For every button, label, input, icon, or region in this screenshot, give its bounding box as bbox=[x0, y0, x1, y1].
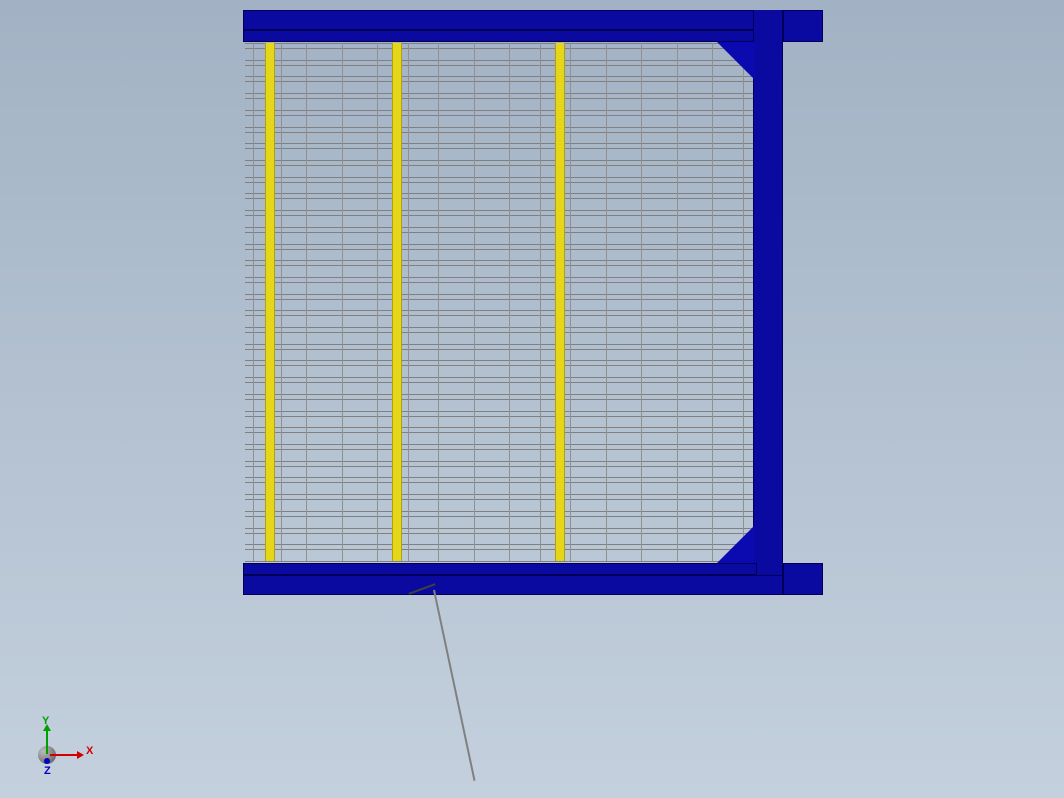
vertical-gridline bbox=[253, 43, 254, 561]
vertical-gridline bbox=[377, 43, 378, 561]
top-beam-upper bbox=[243, 10, 783, 30]
vertical-gridline bbox=[743, 43, 744, 561]
gusset-bottom-right bbox=[717, 525, 755, 563]
vertical-gridline bbox=[540, 43, 541, 561]
vertical-gridline bbox=[408, 43, 409, 561]
vertical-accent-bar bbox=[392, 43, 402, 561]
model[interactable] bbox=[243, 10, 823, 780]
z-axis-dot-icon bbox=[44, 758, 50, 764]
vertical-gridline bbox=[712, 43, 713, 561]
vertical-gridline bbox=[342, 43, 343, 561]
right-column bbox=[753, 10, 783, 595]
x-axis-label: X bbox=[86, 746, 93, 757]
bottom-beam bbox=[243, 563, 823, 595]
vertical-gridline bbox=[281, 43, 282, 561]
vertical-gridline bbox=[438, 43, 439, 561]
vertical-gridline bbox=[677, 43, 678, 561]
bottom-beam-upper bbox=[243, 563, 757, 575]
z-axis-label: Z bbox=[44, 766, 51, 777]
vertical-gridline bbox=[570, 43, 571, 561]
vertical-gridline bbox=[606, 43, 607, 561]
vertical-gridline bbox=[641, 43, 642, 561]
control-rod bbox=[433, 590, 475, 781]
bottom-beam-end-block bbox=[783, 563, 823, 595]
vertical-accent-bar bbox=[265, 43, 275, 561]
cad-viewport[interactable]: X Y Z bbox=[0, 0, 1064, 798]
top-beam-end-block bbox=[783, 10, 823, 42]
vertical-gridline bbox=[509, 43, 510, 561]
bottom-beam-lower bbox=[243, 575, 783, 595]
vertical-accent-bar bbox=[555, 43, 565, 561]
vertical-gridline bbox=[474, 43, 475, 561]
top-beam-lower bbox=[243, 30, 757, 42]
slat-grid bbox=[245, 43, 753, 561]
gusset-top-right bbox=[717, 42, 755, 80]
x-axis-arrow-icon bbox=[50, 754, 78, 756]
y-axis-label: Y bbox=[42, 716, 49, 727]
top-beam bbox=[243, 10, 823, 42]
vertical-gridline bbox=[306, 43, 307, 561]
y-axis-arrow-icon bbox=[46, 730, 48, 754]
orientation-triad[interactable]: X Y Z bbox=[30, 718, 100, 778]
